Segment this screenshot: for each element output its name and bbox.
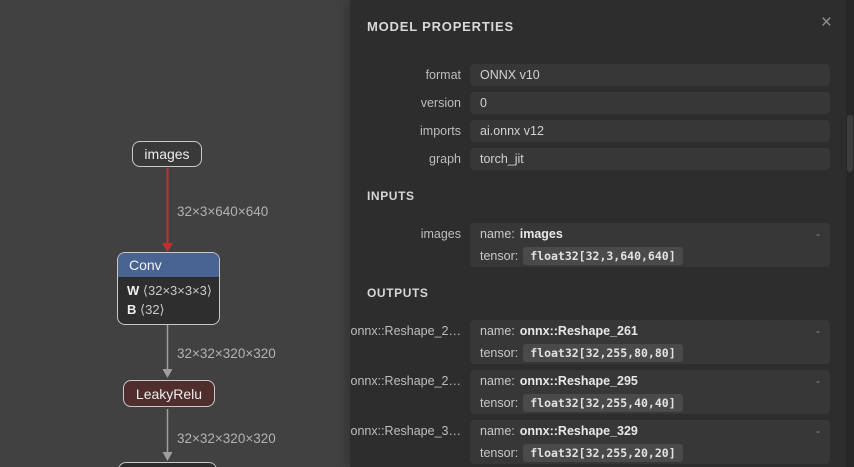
field-label: imports [350, 124, 461, 138]
entry-label: images [350, 223, 461, 245]
model-properties-panel: MODEL PROPERTIES × format ONNX v10 versi… [350, 0, 854, 467]
conv-param-b: B ⟨32⟩ [127, 300, 210, 319]
edge-label-3: 32×32×320×320 [177, 431, 276, 446]
edge-label-2: 32×32×320×320 [177, 346, 276, 361]
entry-box: name: onnx::Reshape_261 - tensor: float32[… [470, 320, 830, 364]
conv-param-w: W ⟨32×3×3×3⟩ [127, 281, 210, 300]
scrollbar-thumb[interactable] [847, 115, 853, 172]
outputs-list: onnx::Reshape_2… name: onnx::Reshape_261 … [350, 320, 854, 464]
collapse-toggle[interactable]: - [816, 424, 820, 438]
node-next-partial[interactable] [118, 462, 217, 467]
entry-tensor-line: tensor: float32[32,255,80,80] [470, 342, 830, 364]
inputs-list: images name: images - tensor: float32[32,3… [350, 223, 854, 267]
name-key: name: [480, 227, 515, 241]
collapse-toggle[interactable]: - [816, 227, 820, 241]
close-icon[interactable]: × [821, 13, 832, 32]
input-row-images: images name: images - tensor: float32[32,3… [350, 223, 830, 267]
node-leakyrelu-label: LeakyRelu [136, 386, 202, 402]
field-value[interactable]: ONNX v10 [470, 64, 830, 86]
entry-box: name: images - tensor: float32[32,3,640,64… [470, 223, 830, 267]
field-value[interactable]: torch_jit [470, 148, 830, 170]
output-row-2: onnx::Reshape_2… name: onnx::Reshape_295 … [350, 370, 830, 414]
tensor-value: float32[32,255,40,40] [523, 394, 682, 412]
panel-title: MODEL PROPERTIES [367, 19, 514, 34]
field-imports: imports ai.onnx v12 [350, 120, 830, 142]
entry-name-line: name: onnx::Reshape_329 - [470, 420, 830, 442]
entry-name-line: name: onnx::Reshape_261 - [470, 320, 830, 342]
collapse-toggle[interactable]: - [816, 374, 820, 388]
tensor-key: tensor: [480, 249, 518, 263]
node-conv-body: W ⟨32×3×3×3⟩ B ⟨32⟩ [118, 278, 219, 324]
tensor-key: tensor: [480, 346, 518, 360]
entry-tensor-line: tensor: float32[32,255,40,40] [470, 392, 830, 414]
arrowhead-icon [163, 369, 173, 378]
panel-header: MODEL PROPERTIES × [350, 0, 854, 36]
tensor-value: float32[32,255,80,80] [523, 344, 682, 362]
arrowhead-icon [162, 243, 173, 252]
entry-label: onnx::Reshape_3… [350, 420, 461, 442]
output-row-3: onnx::Reshape_3… name: onnx::Reshape_329 … [350, 420, 830, 464]
entry-name-value: onnx::Reshape_329 [520, 424, 638, 438]
graph-canvas[interactable]: 32×3×640×640 32×32×320×320 32×32×320×320… [0, 0, 350, 467]
name-key: name: [480, 424, 515, 438]
panel-scrollbar[interactable] [846, 0, 854, 467]
entry-name-value: images [520, 227, 563, 241]
node-images-label: images [144, 146, 189, 162]
tensor-key: tensor: [480, 446, 518, 460]
field-label: graph [350, 152, 461, 166]
tensor-key: tensor: [480, 396, 518, 410]
node-images[interactable]: images [132, 141, 202, 167]
param-value: ⟨32⟩ [140, 302, 165, 317]
tensor-value: float32[32,3,640,640] [523, 247, 682, 265]
field-format: format ONNX v10 [350, 64, 830, 86]
entry-box: name: onnx::Reshape_329 - tensor: float32[… [470, 420, 830, 464]
entry-label: onnx::Reshape_2… [350, 320, 461, 342]
entry-name-line: name: images - [470, 223, 830, 245]
entry-name-value: onnx::Reshape_295 [520, 374, 638, 388]
tensor-value: float32[32,255,20,20] [523, 444, 682, 462]
field-value[interactable]: ai.onnx v12 [470, 120, 830, 142]
field-graph: graph torch_jit [350, 148, 830, 170]
model-fields: format ONNX v10 version 0 imports ai.onn… [350, 64, 830, 170]
param-key: B [127, 302, 136, 317]
name-key: name: [480, 374, 515, 388]
node-conv-header[interactable]: Conv [118, 253, 219, 278]
field-version: version 0 [350, 92, 830, 114]
output-row-1: onnx::Reshape_2… name: onnx::Reshape_261 … [350, 320, 830, 364]
node-leakyrelu[interactable]: LeakyRelu [123, 380, 215, 407]
entry-tensor-line: tensor: float32[32,3,640,640] [470, 245, 830, 267]
entry-tensor-line: tensor: float32[32,255,20,20] [470, 442, 830, 464]
edge-label-1: 32×3×640×640 [177, 204, 268, 219]
node-conv[interactable]: Conv W ⟨32×3×3×3⟩ B ⟨32⟩ [117, 252, 220, 325]
entry-name-value: onnx::Reshape_261 [520, 324, 638, 338]
field-value[interactable]: 0 [470, 92, 830, 114]
name-key: name: [480, 324, 515, 338]
entry-label: onnx::Reshape_2… [350, 370, 461, 392]
param-value: ⟨32×3×3×3⟩ [143, 283, 212, 298]
field-label: format [350, 68, 461, 82]
arrowhead-icon [163, 452, 173, 461]
entry-name-line: name: onnx::Reshape_295 - [470, 370, 830, 392]
inputs-heading: INPUTS [367, 189, 854, 204]
entry-box: name: onnx::Reshape_295 - tensor: float32[… [470, 370, 830, 414]
param-key: W [127, 283, 139, 298]
outputs-heading: OUTPUTS [367, 286, 854, 301]
collapse-toggle[interactable]: - [816, 324, 820, 338]
field-label: version [350, 96, 461, 110]
